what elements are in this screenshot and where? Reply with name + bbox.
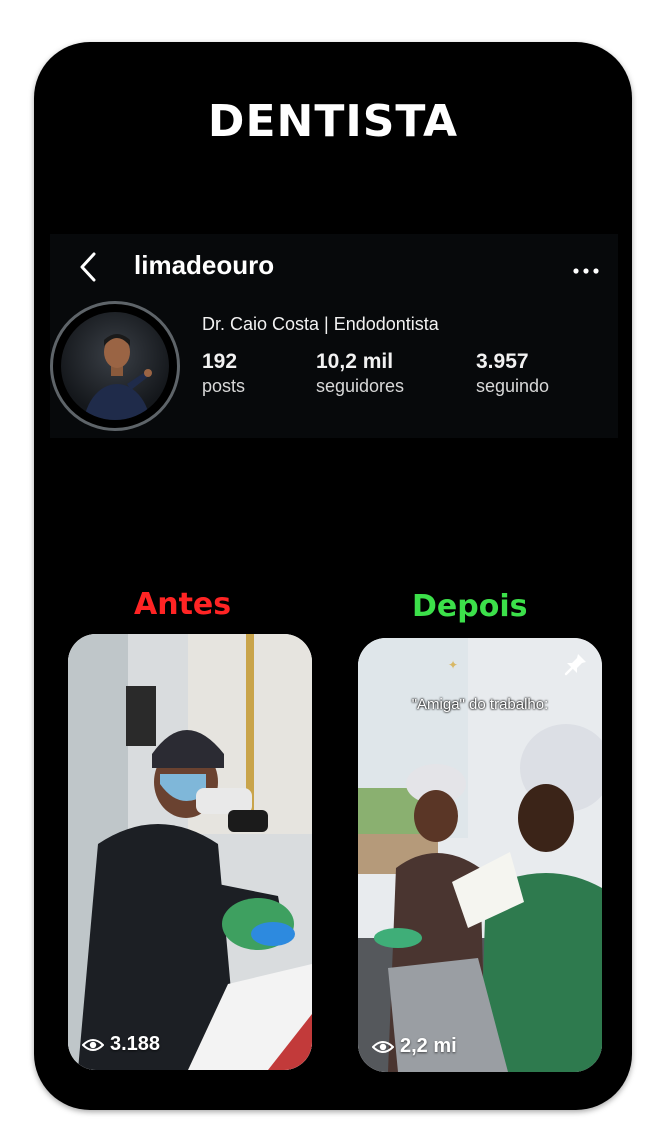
pinned-indicator xyxy=(564,652,588,676)
stat-following-label: seguindo xyxy=(476,376,550,396)
profile-username[interactable]: limadeouro xyxy=(134,250,274,281)
headline: DENTISTA xyxy=(207,96,459,147)
avatar-photo xyxy=(61,312,169,420)
post-card-before[interactable]: 3.188 xyxy=(68,634,312,1070)
post-card-after[interactable]: ✦ "Amiga" do trabalho: 2,2 mi xyxy=(358,638,602,1072)
view-count-after: 2,2 mi xyxy=(372,1035,457,1058)
pin-icon xyxy=(564,654,586,676)
profile-header: limadeouro Dr. Caio Costa | Endodontista xyxy=(50,234,618,438)
before-label: Antes xyxy=(134,587,232,622)
brand-watermark: ✦ xyxy=(448,658,459,672)
post-caption: "Amiga" do trabalho: xyxy=(411,696,549,713)
stat-following[interactable]: 3.957 seguindo xyxy=(476,350,549,397)
more-options-button[interactable] xyxy=(572,252,600,283)
post-photo-dentist xyxy=(68,634,312,1070)
eye-icon xyxy=(82,1038,104,1051)
view-count-before-text: 3.188 xyxy=(110,1033,161,1055)
stat-followers-label: seguidores xyxy=(316,376,405,396)
phone-frame: DENTISTA limadeouro Dr. Caio Costa | End… xyxy=(34,42,632,1110)
stat-followers[interactable]: 10,2 mil seguidores xyxy=(316,350,404,397)
view-count-before: 3.188 xyxy=(82,1033,160,1056)
avatar[interactable] xyxy=(50,301,180,431)
profile-display-name: Dr. Caio Costa | Endodontista xyxy=(202,314,439,334)
stat-posts-value: 192 xyxy=(202,350,238,373)
after-label: Depois xyxy=(412,589,528,624)
stat-followers-value: 10,2 mil xyxy=(316,350,394,373)
chevron-left-icon xyxy=(80,252,96,282)
back-button[interactable] xyxy=(76,250,116,286)
eye-icon xyxy=(372,1040,394,1053)
stat-posts[interactable]: 192 posts xyxy=(202,350,245,397)
view-count-after-text: 2,2 mi xyxy=(400,1035,457,1057)
stat-posts-label: posts xyxy=(202,376,246,396)
stat-following-value: 3.957 xyxy=(476,350,529,373)
more-dots-icon xyxy=(573,268,599,274)
